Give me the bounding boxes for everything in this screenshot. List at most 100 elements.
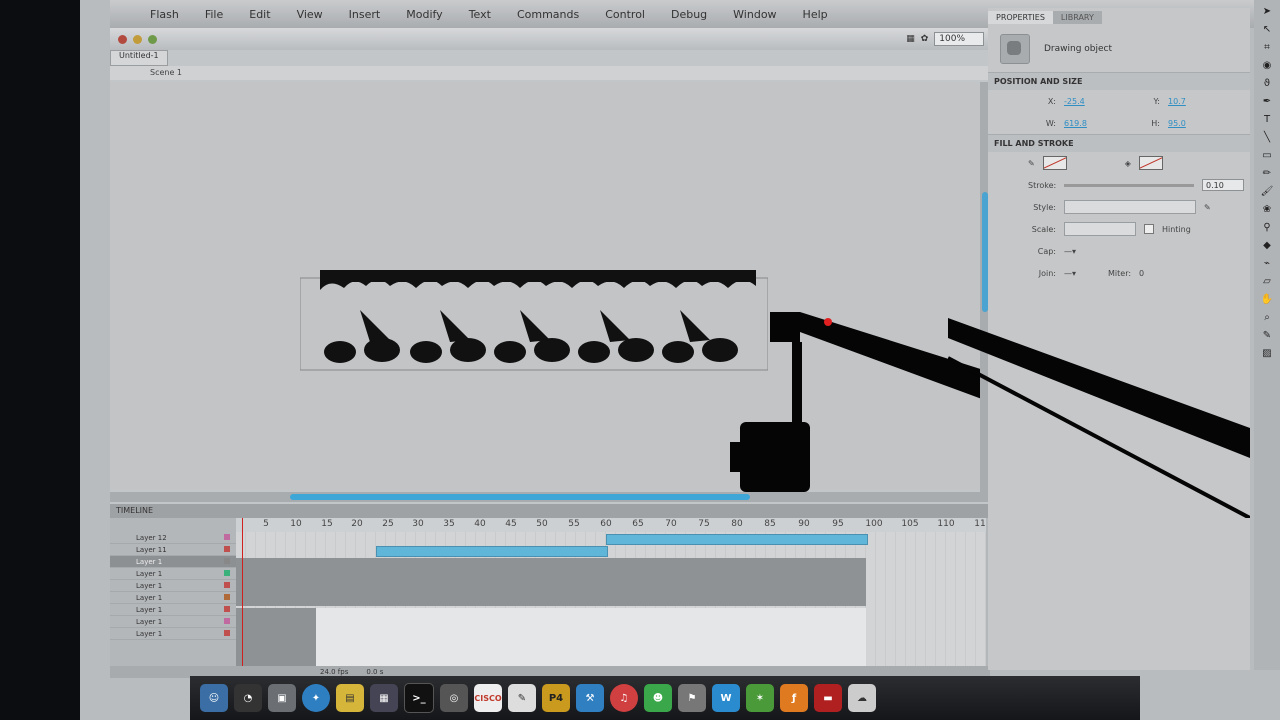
layer-color-swatch[interactable] [224, 594, 230, 600]
frame-ruler[interactable]: 5 10 15 20 25 30 35 40 45 50 55 60 65 70… [236, 518, 986, 532]
menu-flash[interactable]: Flash [150, 8, 179, 21]
layer-row[interactable]: Layer 1 [110, 568, 236, 580]
layer-color-swatch[interactable] [224, 570, 230, 576]
eraser-tool-icon[interactable]: ▱ [1260, 276, 1274, 288]
pdf-icon[interactable]: ▬ [814, 684, 842, 712]
dreamweaver-icon[interactable]: ✶ [746, 684, 774, 712]
layer-name[interactable]: Layer 12 [136, 534, 167, 542]
frame-span[interactable] [316, 608, 866, 668]
miter-field[interactable]: 0 [1139, 269, 1144, 278]
p4-icon[interactable]: P4 [542, 684, 570, 712]
layer-name[interactable]: Layer 1 [136, 594, 162, 602]
tab-library[interactable]: LIBRARY [1052, 10, 1102, 24]
position-size-section[interactable]: POSITION AND SIZE [988, 72, 1250, 90]
frame-span[interactable] [236, 608, 316, 668]
cap-select[interactable]: —▾ [1064, 247, 1076, 256]
layer-color-swatch[interactable] [224, 606, 230, 612]
brush-tool-icon[interactable]: 🖌 [1260, 186, 1274, 198]
fill-color-icon[interactable]: ▨ [1260, 348, 1274, 360]
layer-name[interactable]: Layer 1 [136, 630, 162, 638]
free-transform-tool-icon[interactable]: ⌗ [1260, 42, 1274, 54]
textedit-icon[interactable]: ✎ [508, 684, 536, 712]
frame-grid[interactable] [236, 532, 986, 672]
tween-span[interactable] [376, 546, 608, 557]
lasso-tool-icon[interactable]: ϑ [1260, 78, 1274, 90]
layer-row[interactable]: Layer 1 [110, 604, 236, 616]
layer-color-swatch[interactable] [224, 558, 230, 564]
subselection-tool-icon[interactable]: ↖ [1260, 24, 1274, 36]
text-tool-icon[interactable]: T [1260, 114, 1274, 126]
screenshot-icon[interactable]: ◎ [440, 684, 468, 712]
edit-symbol-icon[interactable]: ✿ [921, 34, 929, 44]
zoom-window-button[interactable] [148, 34, 157, 44]
style-select[interactable] [1064, 200, 1196, 214]
menu-debug[interactable]: Debug [671, 8, 707, 21]
zoom-select[interactable]: 100% [934, 32, 984, 46]
edit-stroke-style-icon[interactable]: ✎ [1204, 203, 1211, 212]
hinting-checkbox[interactable] [1144, 224, 1154, 234]
layer-row[interactable]: Layer 12 [110, 532, 236, 544]
document-tab[interactable]: Untitled-1 [110, 50, 168, 66]
layer-color-swatch[interactable] [224, 534, 230, 540]
stroke-color-swatch[interactable] [1042, 156, 1067, 170]
fps-readout[interactable]: 24.0 fps [320, 668, 348, 676]
layer-row[interactable]: Layer 1 [110, 628, 236, 640]
deco-tool-icon[interactable]: ❀ [1260, 204, 1274, 216]
layer-name[interactable]: Layer 1 [136, 606, 162, 614]
layer-row[interactable]: Layer 11 [110, 544, 236, 556]
y-field[interactable]: 10.7 [1168, 97, 1186, 106]
close-window-button[interactable] [118, 34, 127, 44]
flash-icon[interactable]: ƒ [780, 684, 808, 712]
tween-span[interactable] [606, 534, 868, 545]
scale-select[interactable] [1064, 222, 1136, 236]
layer-name[interactable]: Layer 11 [136, 546, 167, 554]
menu-control[interactable]: Control [605, 8, 645, 21]
menu-commands[interactable]: Commands [517, 8, 579, 21]
layer-row[interactable]: Layer 1 [110, 580, 236, 592]
3d-rotation-tool-icon[interactable]: ◉ [1260, 60, 1274, 72]
menu-file[interactable]: File [205, 8, 223, 21]
menu-view[interactable]: View [297, 8, 323, 21]
edit-scene-icon[interactable]: ▦ [906, 34, 915, 44]
finder-icon[interactable]: ☺ [200, 684, 228, 712]
itunes-icon[interactable]: ♫ [610, 684, 638, 712]
layer-color-swatch[interactable] [224, 618, 230, 624]
layer-name[interactable]: Layer 1 [136, 558, 162, 566]
fill-stroke-section[interactable]: FILL AND STROKE [988, 134, 1250, 152]
menu-help[interactable]: Help [803, 8, 828, 21]
fill-color-swatch[interactable] [1138, 156, 1163, 170]
stroke-width-field[interactable]: 0.10 [1202, 179, 1244, 191]
tab-properties[interactable]: PROPERTIES [988, 10, 1053, 24]
playhead[interactable] [242, 518, 243, 668]
selection-tool-icon[interactable]: ➤ [1260, 6, 1274, 18]
paint-bucket-tool-icon[interactable]: ◆ [1260, 240, 1274, 252]
stage-horizontal-scroll-thumb[interactable] [290, 494, 750, 500]
layer-color-swatch[interactable] [224, 630, 230, 636]
safari-icon[interactable]: ✦ [302, 684, 330, 712]
zoom-tool-icon[interactable]: ⌕ [1260, 312, 1274, 324]
layer-name[interactable]: Layer 1 [136, 570, 162, 578]
selected-drawing-object[interactable] [300, 270, 768, 376]
w-field[interactable]: 619.8 [1064, 119, 1124, 128]
preview-icon[interactable]: ▣ [268, 684, 296, 712]
menu-window[interactable]: Window [733, 8, 776, 21]
xcode-icon[interactable]: ⚒ [576, 684, 604, 712]
scene-label[interactable]: Scene 1 [150, 68, 182, 77]
bone-tool-icon[interactable]: ⚲ [1260, 222, 1274, 234]
timeline-tab[interactable]: TIMELINE [110, 504, 990, 518]
menu-edit[interactable]: Edit [249, 8, 270, 21]
layer-color-swatch[interactable] [224, 546, 230, 552]
expose-icon[interactable]: ▦ [370, 684, 398, 712]
eyedropper-tool-icon[interactable]: ⌁ [1260, 258, 1274, 270]
cisco-icon[interactable]: CISCO [474, 684, 502, 712]
stage-horizontal-scrollbar[interactable] [110, 492, 990, 502]
hand-tool-icon[interactable]: ✋ [1260, 294, 1274, 306]
ftp-icon[interactable]: W [712, 684, 740, 712]
x-field[interactable]: -25.4 [1064, 97, 1124, 106]
layer-row[interactable]: Layer 1 [110, 556, 236, 568]
directory-icon[interactable]: ⚑ [678, 684, 706, 712]
stickies-icon[interactable]: ▤ [336, 684, 364, 712]
line-tool-icon[interactable]: ╲ [1260, 132, 1274, 144]
frame-span[interactable] [236, 558, 866, 606]
menu-text[interactable]: Text [469, 8, 491, 21]
